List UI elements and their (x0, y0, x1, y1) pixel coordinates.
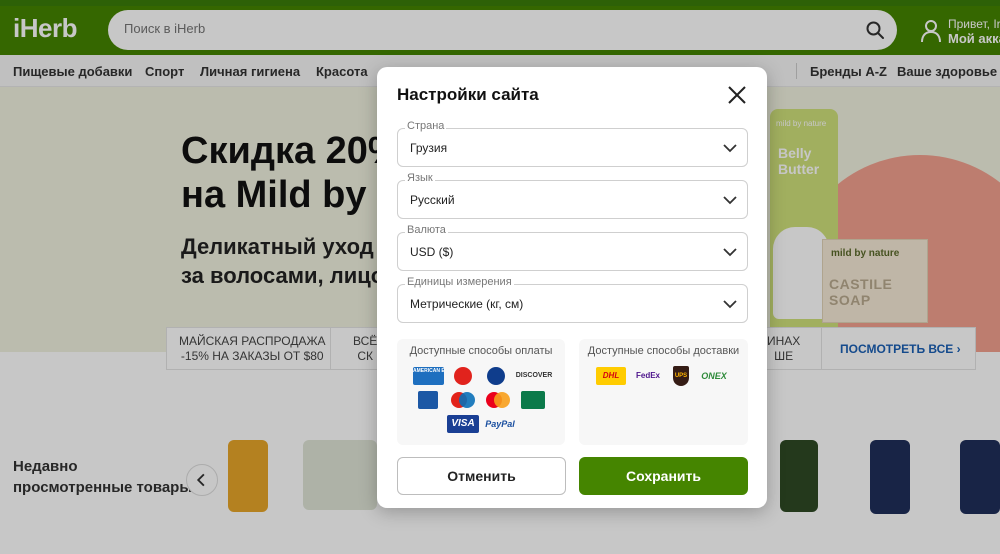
country-label: Страна (405, 120, 447, 132)
language-label: Язык (405, 172, 435, 184)
chevron-down-icon (723, 300, 737, 309)
chevron-down-icon (723, 248, 737, 257)
maestro-logo (450, 391, 476, 409)
shipping-methods-box: Доступные способы доставки DHL FedEx UPS… (579, 339, 748, 445)
jcb-logo (418, 391, 438, 409)
onex-logo: ONEX (701, 371, 727, 381)
chevron-down-icon (723, 144, 737, 153)
fedex-logo: FedEx (635, 371, 660, 380)
currency-label: Валюта (405, 224, 448, 236)
discover-logo: DISCOVER (515, 372, 553, 379)
payment-methods-title: Доступные способы оплаты (409, 345, 553, 357)
payment-methods-box: Доступные способы оплаты AMERICAN EXPRES… (397, 339, 565, 445)
site-settings-modal: Настройки сайта Грузия Страна Русский Яз… (377, 67, 767, 508)
unionpay-alt-logo (454, 367, 472, 385)
amex-logo: AMERICAN EXPRESS (413, 367, 444, 385)
dhl-logo: DHL (596, 367, 626, 385)
country-value: Грузия (410, 141, 448, 155)
currency-select[interactable]: USD ($) (397, 232, 748, 271)
language-value: Русский (410, 193, 455, 207)
language-select[interactable]: Русский (397, 180, 748, 219)
unionpay-logo (521, 391, 545, 409)
diners-logo (487, 367, 505, 385)
units-select[interactable]: Метрические (кг, см) (397, 284, 748, 323)
ups-logo: UPS (673, 366, 689, 386)
close-icon[interactable] (725, 83, 749, 107)
units-value: Метрические (кг, см) (410, 297, 524, 311)
save-button[interactable]: Сохранить (579, 457, 748, 495)
visa-logo: VISA (447, 415, 479, 433)
country-select[interactable]: Грузия (397, 128, 748, 167)
modal-title: Настройки сайта (397, 85, 539, 104)
shipping-methods-title: Доступные способы доставки (587, 345, 740, 357)
units-label: Единицы измерения (405, 276, 514, 288)
mastercard-logo (485, 391, 511, 409)
paypal-logo: PayPal (485, 419, 515, 429)
chevron-down-icon (723, 196, 737, 205)
currency-value: USD ($) (410, 245, 454, 259)
cancel-button[interactable]: Отменить (397, 457, 566, 495)
